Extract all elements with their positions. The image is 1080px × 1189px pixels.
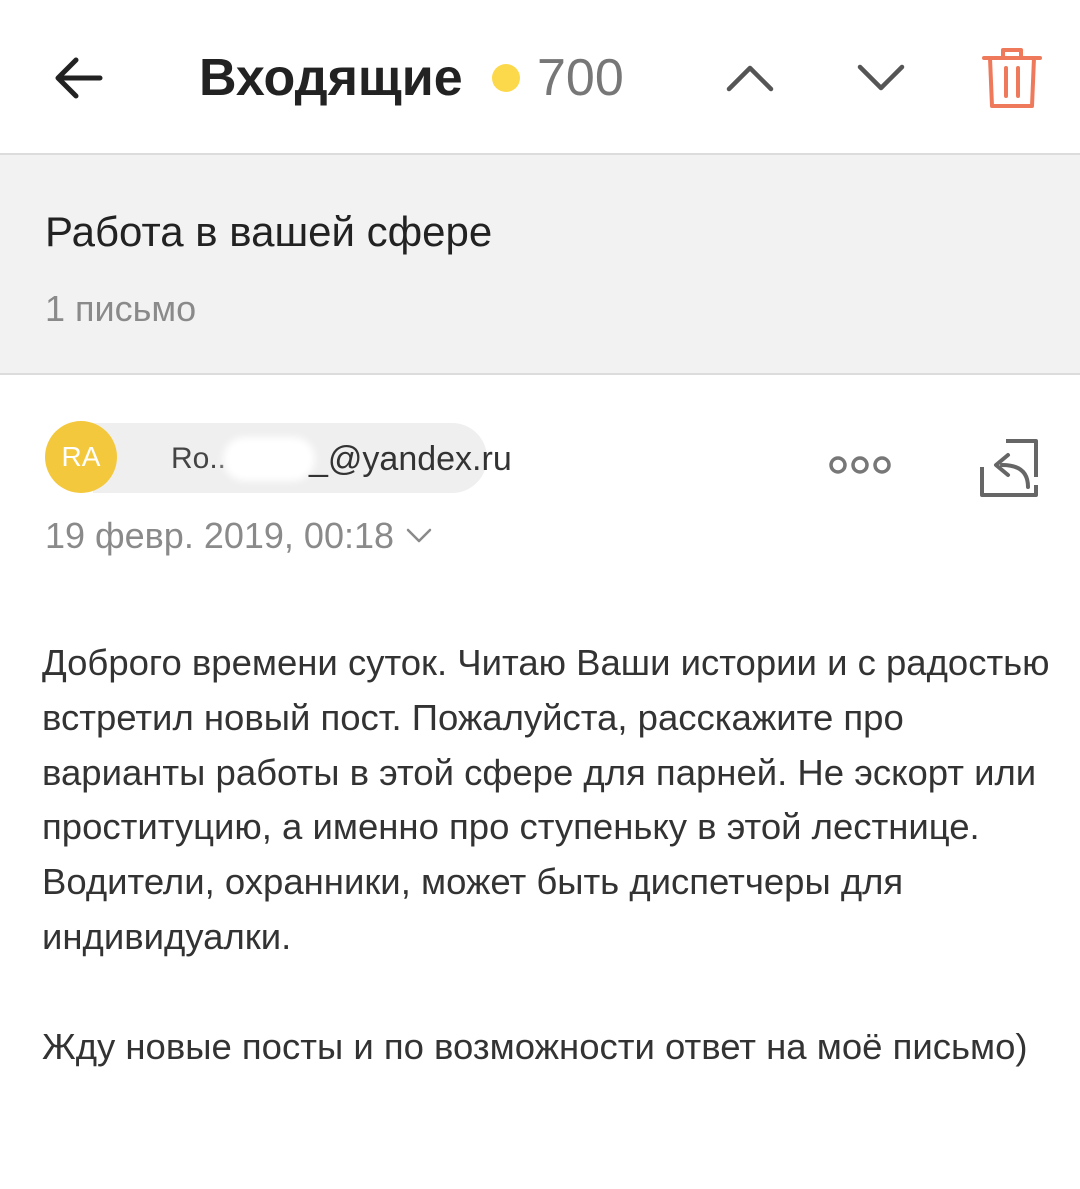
arrow-left-icon — [55, 57, 103, 99]
redaction-mark — [223, 437, 315, 481]
unread-count: 700 — [537, 49, 624, 107]
back-button[interactable] — [40, 40, 116, 116]
more-options-button[interactable] — [820, 432, 900, 498]
sender-chip[interactable]: Ro.. _@yandex.ru — [93, 423, 512, 493]
thread-message-count: 1 письмо — [45, 288, 197, 329]
sender-name: Ro.. — [171, 442, 227, 475]
chevron-down-icon — [404, 521, 434, 551]
thread-subject: Работа в вашей сфере — [45, 208, 493, 255]
thread-header: Работа в вашей сфере 1 письмо — [0, 155, 1080, 375]
message-paragraph: Жду новые посты и по возможности ответ н… — [42, 1025, 1028, 1067]
top-bar: Входящие 700 — [0, 0, 1080, 155]
previous-message-button[interactable] — [712, 40, 788, 116]
chevron-up-icon — [726, 65, 774, 92]
message-date: 19 февр. 2019, 00:18 — [45, 515, 395, 556]
delete-button[interactable] — [974, 40, 1050, 116]
message-date-toggle[interactable]: 19 февр. 2019, 00:18 — [45, 514, 434, 558]
next-message-button[interactable] — [843, 40, 919, 116]
reply-icon — [980, 439, 1038, 497]
folder-title: Входящие — [199, 49, 463, 107]
unread-dot — [492, 64, 520, 92]
reply-button[interactable] — [972, 430, 1048, 506]
more-dots-icon — [829, 456, 891, 474]
message-body: Доброго времени суток. Читаю Ваши истори… — [42, 636, 1052, 1130]
trash-icon — [982, 48, 1042, 108]
message-paragraph: Доброго времени суток. Читаю Ваши истори… — [42, 642, 1050, 957]
sender-email: _@yandex.ru — [309, 440, 512, 478]
avatar[interactable]: RA — [45, 421, 117, 493]
chevron-down-icon — [857, 64, 905, 91]
